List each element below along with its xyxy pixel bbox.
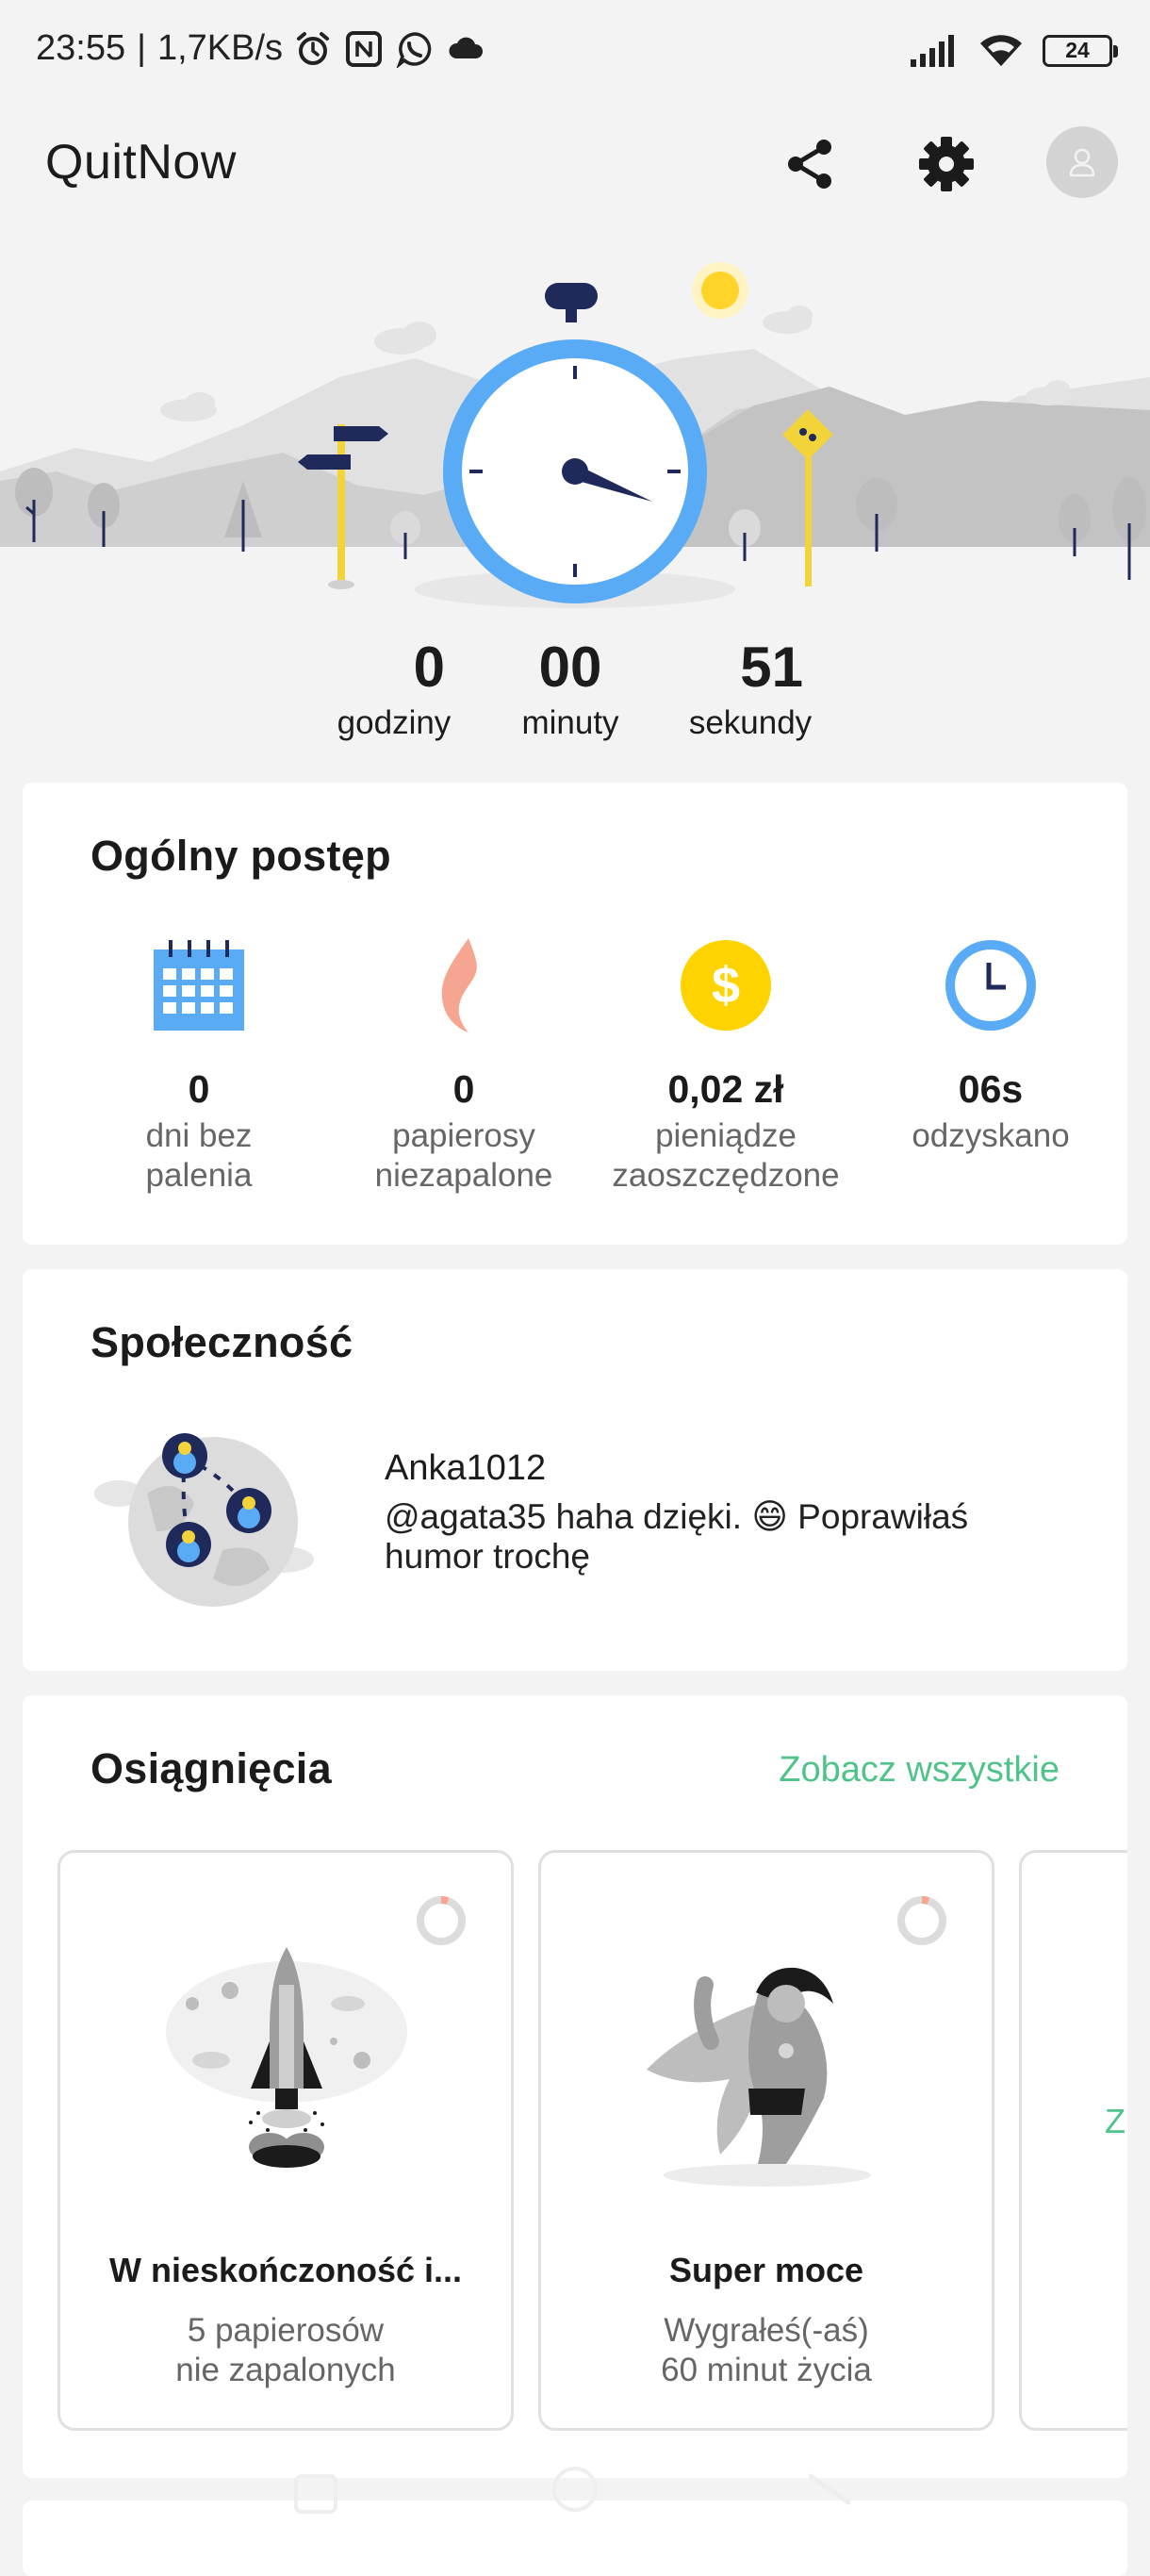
timer-minutes: 00 minuty xyxy=(476,632,665,743)
cigarettes-label-line2: niezapalone xyxy=(374,1157,553,1194)
stat-cigarettes[interactable]: 0 papierosy niezapalone xyxy=(332,933,596,1196)
achievements-card: Osiągnięcia Zobacz wszystkie W nieskończ… xyxy=(23,1695,1127,2478)
community-message: @agata35 haha dzięki. 😄 Poprawiłaś humor… xyxy=(385,1497,969,1576)
days-label-line2: palenia xyxy=(145,1157,253,1194)
cigarettes-value: 0 xyxy=(452,1067,475,1111)
money-label-line1: pieniądze xyxy=(655,1117,797,1154)
money-label-line2: zaoszczędzone xyxy=(612,1157,840,1194)
status-left: 23:55 | 1,7KB/s xyxy=(36,28,485,69)
achievement-title: Super moce xyxy=(668,2251,864,2289)
timer-hours: 0 godziny xyxy=(300,632,488,743)
avatar-button[interactable] xyxy=(1046,126,1118,198)
whatsapp-icon xyxy=(396,31,432,68)
progress-title: Ogólny postęp xyxy=(90,832,391,880)
cloud-icon xyxy=(449,37,484,58)
calendar-icon xyxy=(154,940,244,1031)
achievements-title: Osiągnięcia xyxy=(90,1744,332,1792)
app-bar: QuitNow xyxy=(0,104,1150,226)
achievement-desc-line1: Wygrałeś(-aś) xyxy=(664,2312,869,2349)
battery-indicator: 24 xyxy=(1043,35,1118,67)
hours-value: 0 xyxy=(413,636,445,699)
avatar-icon xyxy=(1069,148,1095,177)
stopwatch-graphic xyxy=(443,283,707,603)
settings-icon xyxy=(919,137,974,191)
days-label-line1: dni bez xyxy=(145,1117,253,1154)
flame-icon xyxy=(441,938,477,1032)
cigarettes-label-line1: papierosy xyxy=(392,1117,535,1154)
timer-seconds: 51 sekundy xyxy=(656,632,845,743)
achievement-card-peek[interactable]: Z xyxy=(1019,1850,1127,2431)
svg-text:$: $ xyxy=(712,957,740,1014)
share-icon xyxy=(788,140,831,189)
seconds-value: 51 xyxy=(740,636,803,699)
achievement-title: W nieskończoność i... xyxy=(108,2251,463,2289)
coin-icon: $ xyxy=(681,940,771,1031)
nfc-icon xyxy=(346,30,383,67)
elapsed-timer: 0 godziny 00 minuty 51 sekundy xyxy=(0,632,1150,754)
achievement-card[interactable]: Super moce Wygrałeś(-aś) 60 minut życia xyxy=(538,1850,994,2431)
achievement-desc-line1: 5 papierosów xyxy=(187,2312,385,2349)
community-card[interactable]: Społeczność Anka1012 @agata35 haha dzięk… xyxy=(23,1269,1127,1671)
stat-time[interactable]: 06s odzyskano xyxy=(859,933,1123,1156)
money-value: 0,02 zł xyxy=(667,1067,784,1111)
system-navigation xyxy=(294,2467,851,2514)
signal-icon xyxy=(911,35,954,67)
cloud-left xyxy=(374,322,436,355)
minutes-value: 00 xyxy=(538,636,602,699)
status-time: 23:55 xyxy=(36,28,126,68)
app-title: QuitNow xyxy=(45,135,237,190)
hours-label: godziny xyxy=(337,704,452,741)
status-speed: 1,7KB/s xyxy=(156,28,284,68)
share-button[interactable] xyxy=(771,124,850,204)
cloud-right xyxy=(763,305,813,334)
progress-ring-icon xyxy=(897,1896,946,1945)
achievement-desc-line2: 60 minut życia xyxy=(661,2352,872,2388)
community-title: Społeczność xyxy=(90,1318,353,1366)
stat-days[interactable]: 0 dni bez palenia xyxy=(67,933,331,1196)
globe-illustration xyxy=(94,1433,314,1607)
achievement-desc-line2: nie zapalonych xyxy=(175,2352,396,2388)
alarm-icon xyxy=(297,31,330,65)
seconds-label: sekundy xyxy=(688,704,813,741)
wifi-icon xyxy=(980,35,1022,66)
rocket-illustration xyxy=(166,1947,407,2168)
clock-icon xyxy=(945,940,1036,1031)
status-bar: 23:55 | 1,7KB/s 24 xyxy=(0,0,1150,104)
community-username: Anka1012 xyxy=(385,1448,547,1488)
peek-letter: Z xyxy=(1105,2102,1125,2140)
stat-money[interactable]: $ 0,02 zł pieniądze zaoszczędzone xyxy=(594,933,858,1196)
progress-card: Ogólny postęp 0 dni bez palenia 0 papier… xyxy=(23,783,1127,1245)
time-label-line1: odzyskano xyxy=(912,1117,1070,1154)
cloud-far-left xyxy=(160,392,217,421)
days-value: 0 xyxy=(188,1067,210,1111)
hero-illustration xyxy=(0,262,1150,622)
status-separator: | xyxy=(137,28,146,68)
cloud-far-right xyxy=(1026,380,1071,405)
achievement-card[interactable]: W nieskończoność i... 5 papierosów nie z… xyxy=(58,1850,514,2431)
minutes-label: minuty xyxy=(521,704,619,741)
time-value: 06s xyxy=(958,1067,1024,1111)
progress-ring-icon xyxy=(417,1896,466,1945)
see-all-link[interactable]: Zobacz wszystkie xyxy=(779,1750,1060,1791)
superhero-illustration xyxy=(647,1967,871,2187)
status-right: 24 xyxy=(909,32,1118,70)
settings-button[interactable] xyxy=(907,124,986,204)
